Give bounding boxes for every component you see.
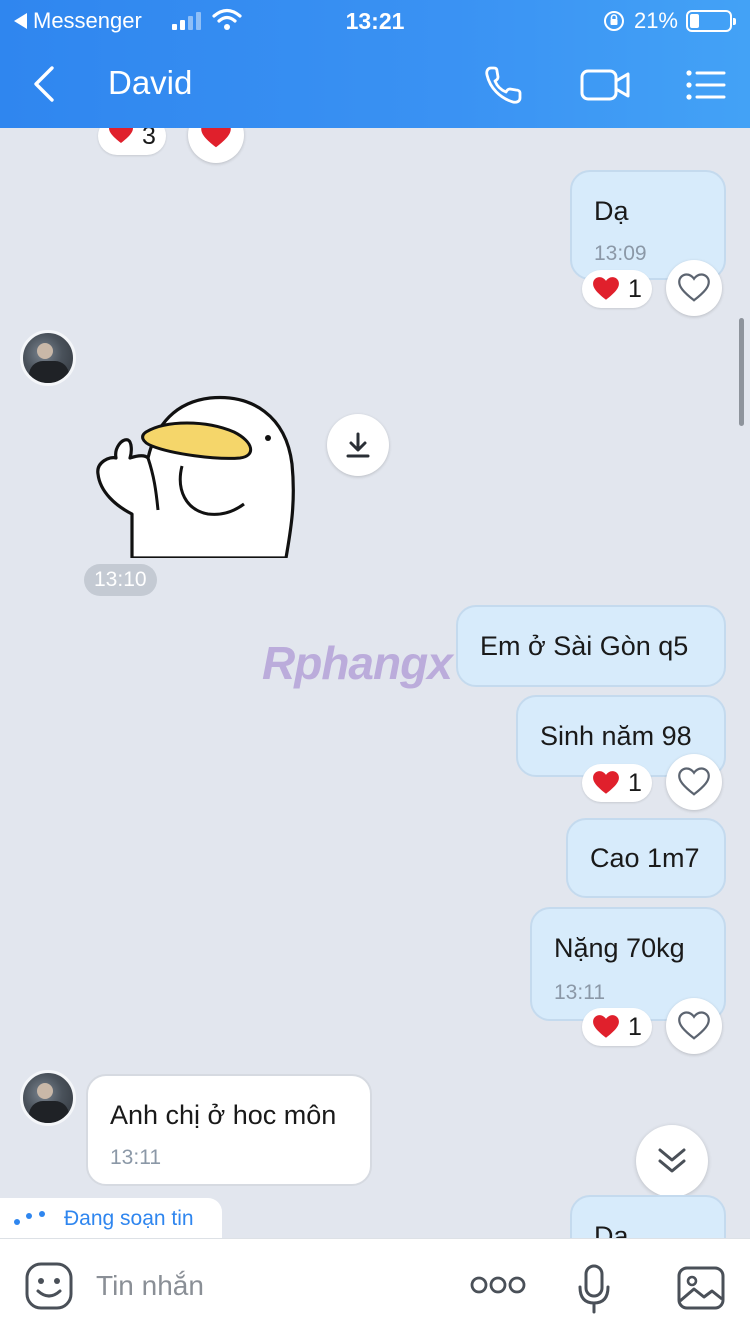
reaction-chip[interactable]: 1 — [582, 764, 652, 802]
menu-icon[interactable] — [684, 62, 728, 108]
back-icon[interactable] — [28, 62, 68, 106]
emoji-icon[interactable] — [24, 1261, 74, 1311]
reaction-chip[interactable]: 1 — [582, 270, 652, 308]
heart-outline-icon — [678, 1011, 710, 1040]
watermark: Rphangx — [262, 637, 453, 689]
video-call-icon[interactable] — [578, 62, 634, 108]
outgoing-message[interactable]: Cao 1m7 — [566, 818, 726, 898]
reaction-count: 1 — [628, 274, 642, 303]
avatar[interactable] — [20, 330, 76, 386]
typing-dots-icon — [14, 1209, 50, 1229]
typing-text: Đang soạn tin — [64, 1207, 194, 1230]
nav-bar: David — [0, 42, 750, 128]
heart-outline-icon — [678, 767, 710, 796]
message-time: 13:11 — [554, 981, 605, 1004]
message-text: Anh chị ở hoc môn — [110, 1100, 337, 1130]
reaction-count: 1 — [628, 1012, 642, 1041]
message-text: Em ở Sài Gòn q5 — [480, 631, 689, 661]
message-time: 13:09 — [594, 242, 647, 265]
contact-name[interactable]: David — [108, 64, 192, 102]
header: Messenger 13:21 21% David — [0, 0, 750, 128]
more-options-icon[interactable] — [470, 1273, 526, 1297]
outgoing-message[interactable]: Em ở Sài Gòn q5 — [456, 605, 726, 687]
microphone-icon[interactable] — [576, 1263, 612, 1315]
heart-icon — [201, 128, 231, 148]
react-button[interactable] — [666, 754, 722, 810]
message-text: Cao 1m7 — [590, 843, 700, 873]
download-button[interactable] — [327, 414, 389, 476]
react-button[interactable] — [666, 260, 722, 316]
message-text: Dạ — [594, 196, 629, 226]
reaction-count: 1 — [628, 768, 642, 797]
message-text: Dạ — [594, 1221, 629, 1238]
sticker-time: 13:10 — [84, 564, 157, 596]
avatar[interactable] — [20, 1070, 76, 1126]
message-text: Nặng 70kg — [554, 933, 685, 963]
rotation-lock-icon — [603, 11, 624, 31]
composer: Tin nhắn — [0, 1238, 750, 1334]
battery-percent: 21% — [633, 8, 678, 33]
chat-area[interactable]: 3 Dạ 13:09 1 13:10 Em ở Sài Gòn q5 Rphan… — [0, 128, 750, 1238]
double-chevron-down-icon — [658, 1148, 686, 1173]
message-input[interactable]: Tin nhắn — [96, 1270, 204, 1302]
scroll-to-bottom-button[interactable] — [636, 1125, 708, 1197]
reaction-chip[interactable]: 1 — [582, 1008, 652, 1046]
image-icon[interactable] — [676, 1265, 726, 1311]
heart-icon — [108, 128, 134, 152]
phone-icon[interactable] — [480, 62, 530, 108]
heart-icon — [593, 1015, 619, 1038]
download-icon — [346, 432, 370, 458]
heart-icon — [593, 771, 619, 794]
outgoing-message[interactable]: Dạ — [570, 1195, 726, 1238]
reaction-chip[interactable]: 3 — [98, 128, 166, 155]
message-time: 13:11 — [110, 1146, 161, 1169]
status-bar: Messenger 13:21 21% — [0, 0, 750, 42]
heart-outline-icon — [678, 273, 710, 302]
incoming-message[interactable]: Anh chị ở hoc môn 13:11 — [86, 1074, 372, 1186]
react-button[interactable] — [666, 998, 722, 1054]
scrollbar[interactable] — [739, 318, 744, 426]
react-button[interactable] — [188, 128, 244, 163]
battery-icon — [686, 10, 736, 32]
heart-icon — [593, 277, 619, 300]
sticker[interactable] — [96, 394, 296, 558]
typing-indicator: Đang soạn tin — [0, 1198, 222, 1238]
message-text: Sinh năm 98 — [540, 721, 692, 751]
reaction-count: 3 — [142, 128, 156, 150]
